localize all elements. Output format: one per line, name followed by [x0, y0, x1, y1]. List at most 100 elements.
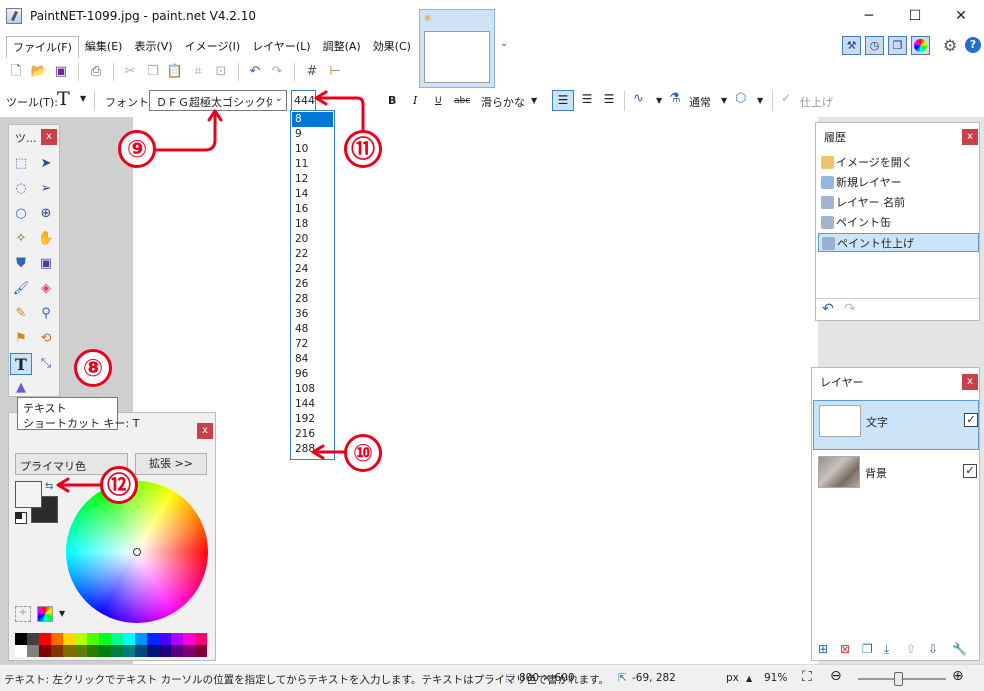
move-selection-icon[interactable]: ➢	[35, 178, 57, 200]
palette-swatch[interactable]	[159, 645, 171, 657]
close-button[interactable]: ✕	[938, 0, 984, 32]
palette-swatch[interactable]	[183, 645, 195, 657]
palette-swatch[interactable]	[195, 645, 207, 657]
bold-button[interactable]: B	[388, 94, 396, 107]
palette-swatch[interactable]	[15, 633, 27, 645]
align-center-icon[interactable]: ☰	[577, 90, 597, 111]
blend-mode-select[interactable]: 通常	[689, 94, 711, 110]
palette-swatch[interactable]	[63, 645, 75, 657]
palette-swatch[interactable]	[39, 645, 51, 657]
underline-button[interactable]: U	[435, 96, 442, 106]
tab-list-chevron-icon[interactable]: ⌄	[500, 38, 508, 49]
font-size-option[interactable]: 28	[292, 292, 333, 307]
font-size-option[interactable]: 16	[292, 202, 333, 217]
move-layer-down-icon[interactable]: ⇩	[928, 642, 938, 656]
reset-colors-icon[interactable]	[15, 512, 27, 524]
history-item[interactable]: イメージを開く	[818, 153, 979, 172]
palette-swatch[interactable]	[159, 633, 171, 645]
zoom-to-window-icon[interactable]: ⛶	[802, 669, 812, 685]
zoom-level[interactable]: 91%	[764, 672, 787, 684]
magic-wand-icon[interactable]: ✧	[10, 228, 32, 250]
palette-swatch[interactable]	[111, 633, 123, 645]
pencil-icon[interactable]: ✎	[10, 303, 32, 325]
font-size-option[interactable]: 72	[292, 337, 333, 352]
help-icon[interactable]: ?	[965, 37, 981, 53]
history-item[interactable]: ペイント仕上げ	[818, 233, 979, 252]
palette-swatch[interactable]	[147, 633, 159, 645]
shapes-icon[interactable]: ▲	[10, 377, 32, 399]
font-select[interactable]: ＤＦＧ超極太ゴシック体 ⌄	[149, 90, 287, 111]
unit-select[interactable]: px	[726, 672, 739, 684]
history-toggle-icon[interactable]: ◷	[865, 36, 884, 55]
palette-menu-icon[interactable]	[37, 606, 53, 622]
swap-colors-icon[interactable]: ⇆	[45, 481, 53, 492]
menu-edit[interactable]: 編集(E)	[79, 36, 129, 58]
align-left-icon[interactable]: ☰	[552, 90, 574, 111]
history-item[interactable]: レイヤー 名前	[818, 193, 979, 212]
palette-swatch[interactable]	[99, 633, 111, 645]
duplicate-layer-icon[interactable]: ❐	[862, 642, 873, 656]
palette-swatch[interactable]	[51, 633, 63, 645]
selection-clip-icon[interactable]: ⬡	[735, 91, 746, 106]
colors-toggle-icon[interactable]	[911, 36, 930, 55]
font-size-option[interactable]: 84	[292, 352, 333, 367]
tools-close-button[interactable]: x	[41, 129, 57, 145]
color-wheel-cursor[interactable]	[133, 548, 141, 556]
finish-button[interactable]: 仕上げ	[800, 94, 833, 110]
font-size-input[interactable]: 444	[291, 90, 316, 111]
font-size-option[interactable]: 12	[292, 172, 333, 187]
font-size-option[interactable]: 96	[292, 367, 333, 382]
font-size-option[interactable]: 192	[292, 412, 333, 427]
move-selected-icon[interactable]: ➤	[35, 153, 57, 175]
font-size-option[interactable]: 36	[292, 307, 333, 322]
palette-swatch[interactable]	[171, 645, 183, 657]
blend-dropdown-arrow-icon[interactable]: ▼	[721, 96, 727, 105]
zoom-slider[interactable]	[858, 672, 946, 686]
new-file-icon[interactable]: 🗋	[7, 63, 25, 81]
move-layer-up-icon[interactable]: ⇧	[906, 642, 916, 656]
font-size-option[interactable]: 20	[292, 232, 333, 247]
palette-swatch[interactable]	[111, 645, 123, 657]
font-size-option[interactable]: 22	[292, 247, 333, 262]
palette-swatch[interactable]	[171, 633, 183, 645]
tools-toggle-icon[interactable]: ⚒	[842, 36, 861, 55]
zoom-out-icon[interactable]: ⊖	[830, 668, 842, 684]
palette-swatch[interactable]	[39, 633, 51, 645]
menu-layers[interactable]: レイヤー(L)	[246, 36, 316, 58]
undo-icon[interactable]: ↶	[246, 63, 264, 81]
paint-bucket-icon[interactable]: ⛊	[10, 253, 32, 275]
layer-row[interactable]: 文字 ✓	[813, 400, 979, 450]
delete-layer-icon[interactable]: ⊠	[840, 642, 850, 656]
history-undo-icon[interactable]: ↶	[822, 301, 834, 317]
palette-swatch[interactable]	[183, 633, 195, 645]
strikethrough-button[interactable]: abc	[454, 96, 470, 106]
pan-hand-icon[interactable]: ✋	[35, 228, 57, 250]
palette-swatch[interactable]	[135, 633, 147, 645]
font-size-option[interactable]: 288	[292, 442, 333, 457]
menu-effects[interactable]: 効果(C)	[367, 36, 417, 58]
font-size-option[interactable]: 9	[292, 127, 333, 142]
open-folder-icon[interactable]: 📂	[30, 63, 48, 81]
print-icon[interactable]: ⎙	[87, 63, 105, 81]
layer-row[interactable]: 背景 ✓	[813, 452, 979, 502]
recolor-icon[interactable]: ⟲	[35, 328, 57, 350]
palette-swatch[interactable]	[27, 645, 39, 657]
grid-icon[interactable]: #	[303, 63, 321, 81]
image-canvas[interactable]	[133, 117, 818, 664]
save-icon[interactable]: ▣	[52, 63, 70, 81]
unit-dropdown-arrow-icon[interactable]: ▲	[746, 674, 752, 683]
layers-toggle-icon[interactable]: ❐	[888, 36, 907, 55]
primary-color-swatch[interactable]	[15, 481, 42, 508]
image-tab[interactable]: ✳	[419, 9, 495, 88]
color-wheel[interactable]	[66, 481, 208, 623]
deselect-icon[interactable]: ⊡	[212, 63, 230, 81]
color-picker-icon[interactable]: ⚲	[35, 303, 57, 325]
font-size-option[interactable]: 8	[292, 112, 333, 127]
palette-swatch[interactable]	[87, 645, 99, 657]
palette-swatch[interactable]	[75, 633, 87, 645]
maximize-button[interactable]: ☐	[892, 0, 938, 32]
palette-swatch[interactable]	[147, 645, 159, 657]
eraser-icon[interactable]: ◈	[35, 278, 57, 300]
palette-swatch[interactable]	[135, 645, 147, 657]
menu-image[interactable]: イメージ(I)	[179, 36, 247, 58]
